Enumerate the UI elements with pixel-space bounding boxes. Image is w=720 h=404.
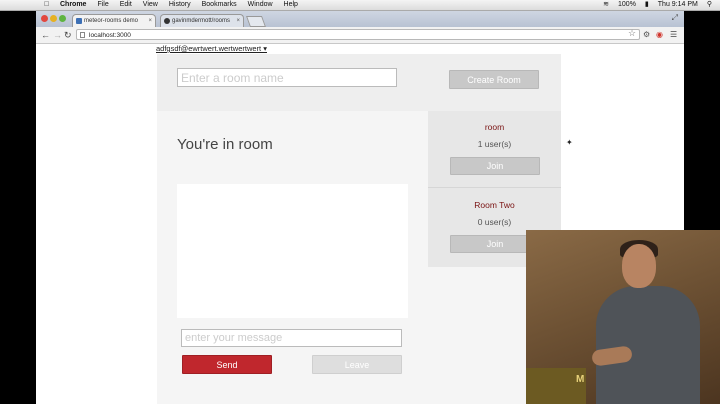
join-room-button[interactable]: Join	[450, 157, 540, 175]
create-room-form: Create Room	[157, 54, 561, 111]
tab-meteor-rooms[interactable]: meteor-rooms demo ×	[72, 14, 156, 27]
menu-window[interactable]: Window	[248, 0, 273, 10]
menu-help[interactable]: Help	[284, 0, 298, 10]
apple-icon[interactable]: 	[44, 0, 49, 10]
message-input[interactable]	[181, 329, 402, 347]
page-icon	[80, 32, 85, 38]
zoom-window-icon[interactable]	[59, 15, 66, 22]
room-user-count: 1 user(s)	[477, 139, 512, 149]
favicon-icon	[76, 18, 82, 24]
search-icon[interactable]: ⚲	[707, 0, 712, 10]
tab-strip: meteor-rooms demo × gavinmdermott/rooms …	[36, 11, 684, 27]
tab-github-rooms[interactable]: gavinmdermott/rooms ×	[160, 14, 244, 27]
menu-chrome[interactable]: Chrome	[60, 0, 86, 10]
bookmark-star-icon[interactable]: ☆	[628, 28, 636, 39]
macos-menubar:  Chrome File Edit View History Bookmark…	[0, 0, 720, 11]
presenter-video: M	[526, 230, 720, 404]
url-text: localhost:3000	[89, 32, 131, 39]
address-bar[interactable]: localhost:3000	[76, 29, 640, 40]
extension-gear-icon[interactable]: ⚙	[643, 30, 650, 40]
tab-title: gavinmdermott/rooms	[172, 18, 231, 24]
github-icon	[164, 18, 170, 24]
menu-bookmarks[interactable]: Bookmarks	[202, 0, 237, 10]
menu-edit[interactable]: Edit	[120, 0, 132, 10]
menubar-status: ≋ 100% ▮ Thu 9:14 PM ⚲	[603, 0, 712, 10]
user-account-dropdown[interactable]: adfgsdf@ewrtwert.wertwertwert ▾	[156, 44, 267, 53]
menu-icon[interactable]: ☰	[670, 30, 677, 40]
room-name: Room Two	[474, 200, 515, 210]
rooms-app: Create Room You're in room Send Leave ro…	[157, 54, 561, 404]
leave-button[interactable]: Leave	[312, 355, 402, 374]
sign-text: M	[576, 374, 585, 385]
new-tab-button[interactable]	[245, 16, 267, 27]
battery-icon[interactable]: ▮	[645, 0, 649, 10]
close-window-icon[interactable]	[41, 15, 48, 22]
send-button[interactable]: Send	[182, 355, 272, 374]
menu-file[interactable]: File	[97, 0, 108, 10]
close-tab-icon[interactable]: ×	[148, 15, 152, 27]
tab-title: meteor-rooms demo	[84, 18, 139, 24]
minimize-window-icon[interactable]	[50, 15, 57, 22]
fullscreen-icon[interactable]: ⤢	[672, 13, 678, 23]
mouse-cursor-icon: ✦	[566, 138, 573, 147]
app-menus: Chrome File Edit View History Bookmarks …	[60, 0, 298, 10]
messages-panel	[177, 184, 408, 318]
presenter-body	[596, 286, 700, 404]
menu-history[interactable]: History	[169, 0, 191, 10]
battery-level: 100%	[618, 1, 636, 8]
back-icon[interactable]: ←	[41, 29, 50, 41]
room-name-input[interactable]	[177, 68, 397, 87]
clock[interactable]: Thu 9:14 PM	[658, 0, 698, 10]
current-room-heading: You're in room	[177, 136, 273, 153]
room-list-item: room 1 user(s) Join	[428, 111, 561, 188]
room-user-count: 0 user(s)	[477, 217, 512, 227]
background-sign: M	[526, 368, 586, 404]
forward-icon[interactable]: →	[53, 29, 62, 41]
menu-view[interactable]: View	[143, 0, 158, 10]
browser-toolbar: ← → ↻ localhost:3000 ☆ ⚙ ◉ ☰	[36, 27, 684, 44]
wifi-icon[interactable]: ≋	[603, 0, 609, 10]
reload-icon[interactable]: ↻	[64, 29, 72, 41]
close-tab-icon[interactable]: ×	[236, 15, 240, 27]
presenter-head	[622, 244, 656, 288]
create-room-button[interactable]: Create Room	[449, 70, 539, 89]
room-name: room	[484, 122, 505, 132]
extension-opera-icon[interactable]: ◉	[656, 30, 663, 40]
